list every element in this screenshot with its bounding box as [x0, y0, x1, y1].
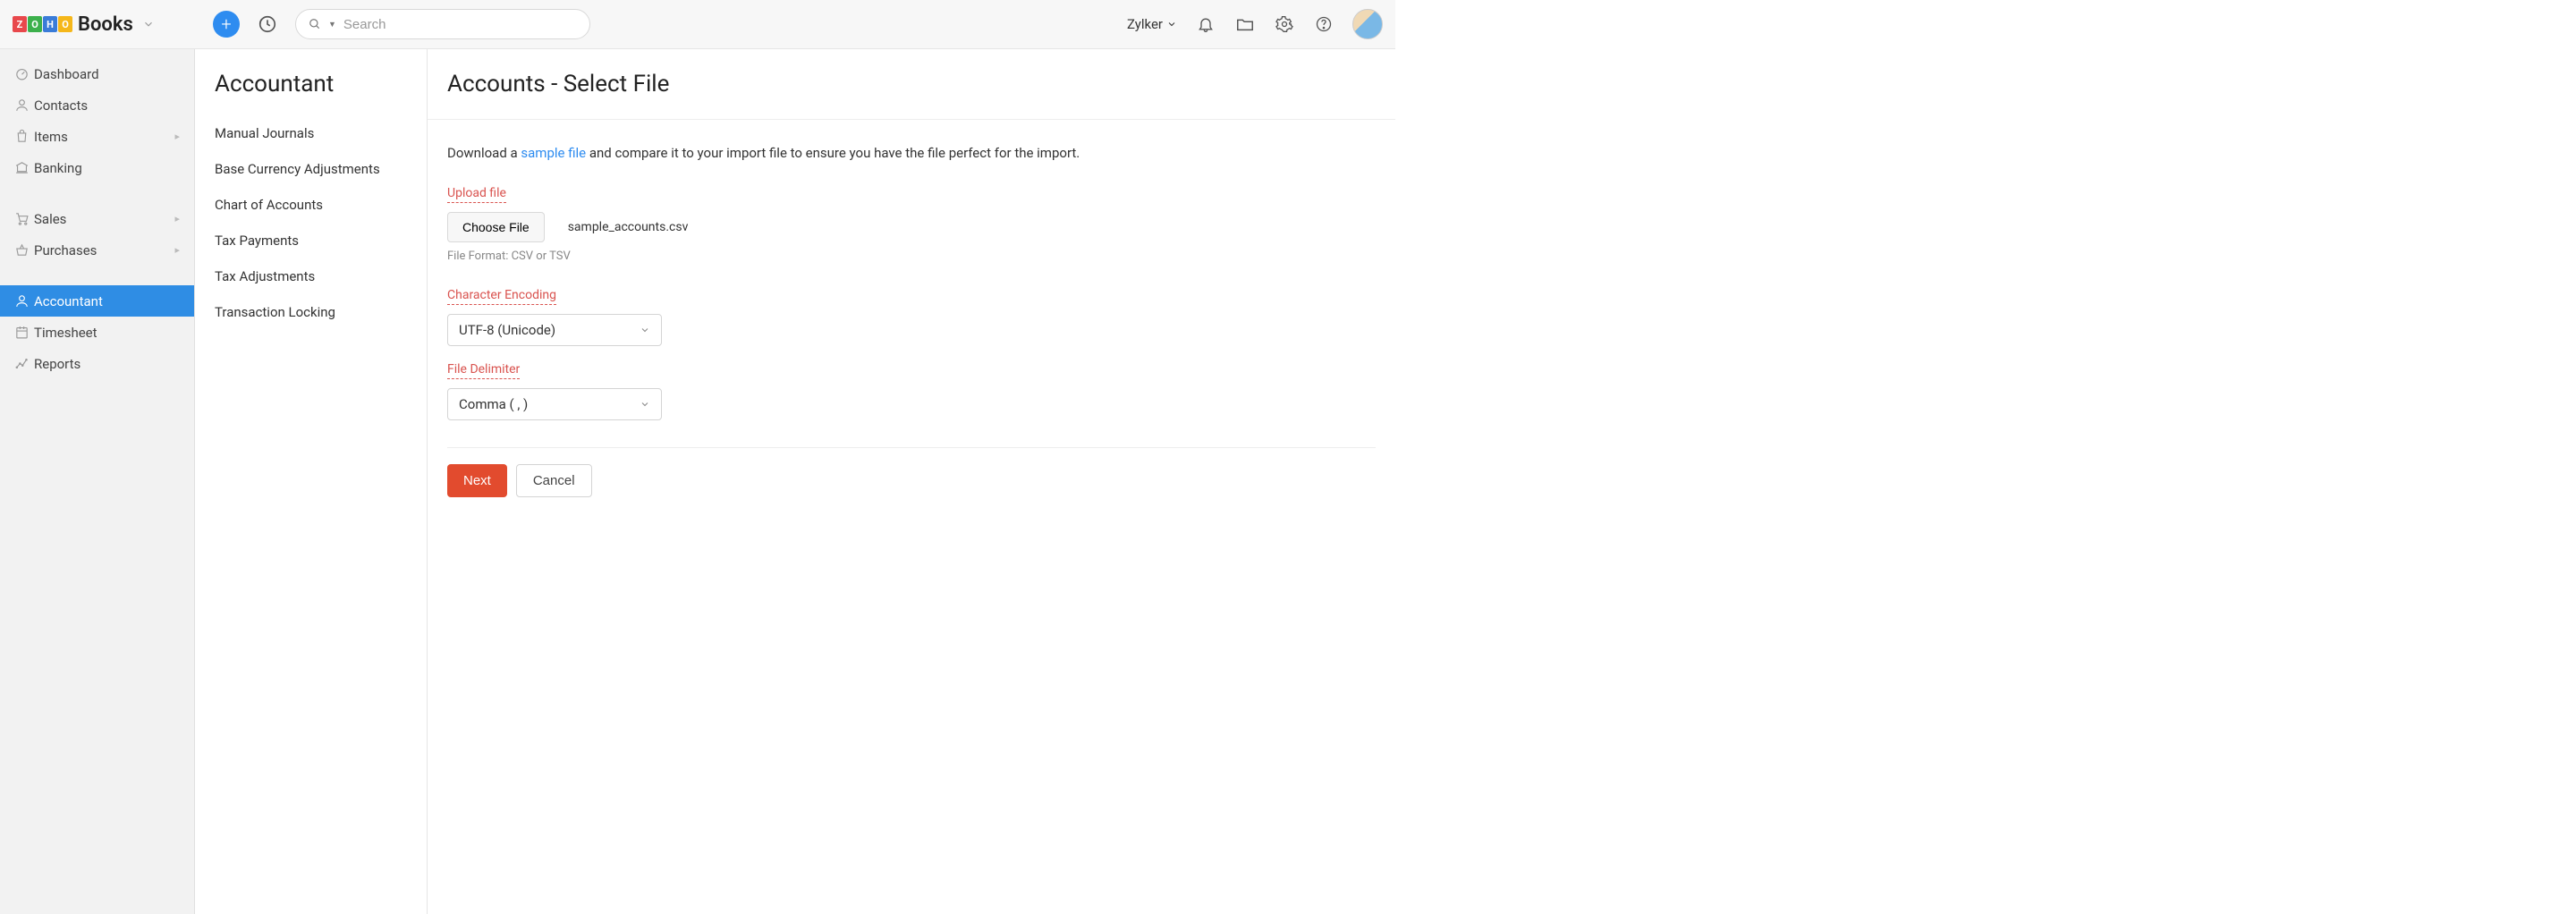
- person-icon: [14, 293, 34, 309]
- nav-item-label: Sales: [34, 211, 66, 227]
- nav-item-label: Items: [34, 129, 68, 145]
- search-input[interactable]: [343, 17, 577, 32]
- sub-nav-title: Accountant: [195, 49, 427, 115]
- choose-file-button[interactable]: Choose File: [447, 212, 545, 242]
- nav-item-label: Reports: [34, 356, 80, 372]
- help-icon[interactable]: [1313, 13, 1335, 35]
- folder-icon[interactable]: [1234, 13, 1256, 35]
- bag-icon: [14, 129, 34, 144]
- cancel-button[interactable]: Cancel: [516, 464, 592, 497]
- bell-icon[interactable]: [1195, 13, 1216, 35]
- file-format-hint: File Format: CSV or TSV: [447, 250, 1376, 263]
- user-icon: [14, 97, 34, 113]
- nav-item-label: Accountant: [34, 293, 103, 309]
- quick-add-button[interactable]: +: [213, 11, 240, 38]
- nav-item-label: Purchases: [34, 242, 97, 258]
- chevron-down-icon: [640, 399, 650, 410]
- chevron-down-icon: [640, 325, 650, 335]
- org-switcher[interactable]: Zylker: [1127, 16, 1177, 32]
- nav-item-label: Banking: [34, 160, 82, 176]
- nav-item-label: Timesheet: [34, 325, 97, 341]
- calendar-icon: [14, 325, 34, 340]
- divider: [428, 119, 1395, 120]
- left-nav: DashboardContactsItems▸Banking Sales▸Pur…: [0, 0, 195, 914]
- cart-icon: [14, 211, 34, 226]
- sub-nav-item[interactable]: Base Currency Adjustments: [195, 151, 427, 187]
- page-title: Accounts - Select File: [447, 71, 1376, 119]
- basket-icon: [14, 242, 34, 258]
- bank-icon: [14, 160, 34, 175]
- search-scope-caret-icon[interactable]: ▼: [328, 20, 336, 30]
- gauge-icon: [14, 66, 34, 81]
- chart-icon: [14, 356, 34, 371]
- nav-item-sales[interactable]: Sales ▸: [0, 203, 194, 234]
- chevron-right-icon: ▸: [174, 213, 180, 224]
- divider: [447, 447, 1376, 448]
- nav-item-label: Dashboard: [34, 66, 99, 82]
- sample-file-link[interactable]: sample file: [521, 145, 586, 161]
- chevron-right-icon: ▸: [174, 131, 180, 142]
- nav-item-reports[interactable]: Reports: [0, 348, 194, 379]
- sub-nav-item[interactable]: Tax Adjustments: [195, 258, 427, 294]
- sub-nav-item[interactable]: Manual Journals: [195, 115, 427, 151]
- gear-icon[interactable]: [1274, 13, 1295, 35]
- avatar[interactable]: [1352, 9, 1383, 39]
- delimiter-select[interactable]: Comma ( , ): [447, 388, 662, 420]
- nav-item-timesheet[interactable]: Timesheet: [0, 317, 194, 348]
- topbar-quick-actions: +: [213, 11, 279, 38]
- encoding-select[interactable]: UTF-8 (Unicode): [447, 314, 662, 346]
- nav-item-accountant[interactable]: Accountant: [0, 285, 194, 317]
- instruction-text: Download a sample file and compare it to…: [447, 145, 1376, 161]
- sub-nav: Accountant Manual JournalsBase Currency …: [195, 0, 428, 914]
- search-icon: [309, 18, 321, 30]
- nav-item-label: Contacts: [34, 97, 88, 114]
- brand-logo[interactable]: Z O H O Books: [13, 13, 195, 36]
- delimiter-value: Comma ( , ): [459, 396, 528, 412]
- chevron-right-icon: ▸: [174, 244, 180, 256]
- history-icon[interactable]: [256, 13, 279, 36]
- chevron-down-icon: [1166, 19, 1177, 30]
- encoding-value: UTF-8 (Unicode): [459, 322, 555, 338]
- topbar: Z O H O Books + ▼ Zylker: [0, 0, 1395, 49]
- nav-item-contacts[interactable]: Contacts: [0, 89, 194, 121]
- nav-item-banking[interactable]: Banking: [0, 152, 194, 183]
- chevron-down-icon: [142, 18, 155, 30]
- sub-nav-item[interactable]: Transaction Locking: [195, 294, 427, 330]
- selected-filename: sample_accounts.csv: [568, 220, 689, 234]
- next-button[interactable]: Next: [447, 464, 507, 497]
- nav-item-dashboard[interactable]: Dashboard: [0, 58, 194, 89]
- org-name: Zylker: [1127, 16, 1163, 32]
- nav-item-items[interactable]: Items ▸: [0, 121, 194, 152]
- zoho-logo-icon: Z O H O: [13, 16, 72, 32]
- topbar-right: Zylker: [1127, 9, 1383, 39]
- upload-label: Upload file: [447, 186, 506, 203]
- sub-nav-item[interactable]: Chart of Accounts: [195, 187, 427, 223]
- nav-item-purchases[interactable]: Purchases ▸: [0, 234, 194, 266]
- delimiter-label: File Delimiter: [447, 362, 520, 379]
- search-bar[interactable]: ▼: [295, 9, 590, 39]
- encoding-label: Character Encoding: [447, 288, 556, 305]
- brand-name: Books: [78, 13, 133, 36]
- main-content: Accounts - Select File Download a sample…: [428, 0, 1395, 914]
- sub-nav-item[interactable]: Tax Payments: [195, 223, 427, 258]
